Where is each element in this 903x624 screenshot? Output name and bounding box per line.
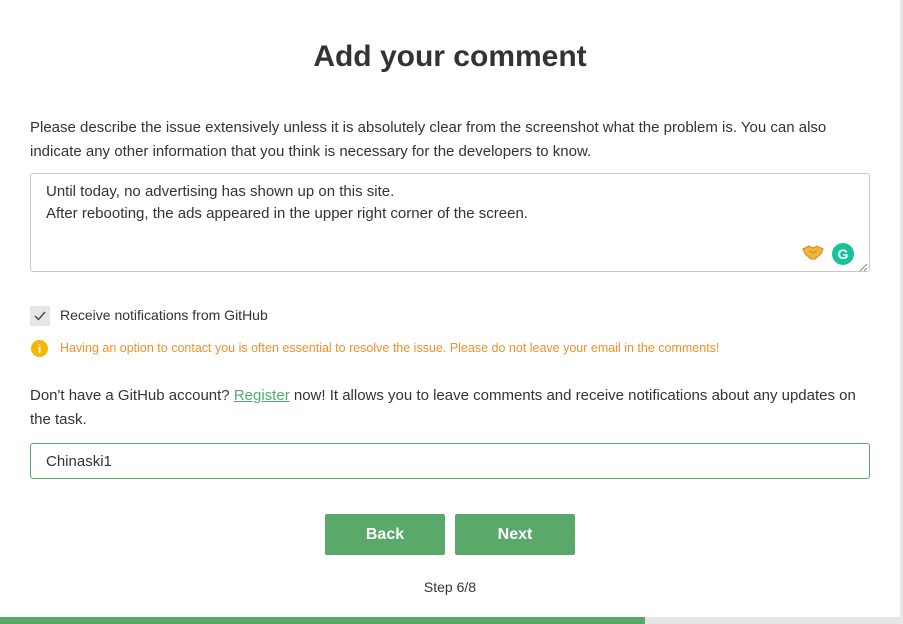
comment-line: Until today, no advertising has shown up… (46, 183, 395, 200)
progress-bar (0, 617, 900, 624)
back-button[interactable]: Back (325, 514, 445, 555)
grammarly-icon[interactable]: G (832, 243, 854, 265)
resize-handle-icon[interactable] (858, 259, 868, 272)
comment-line: After rebooting, the ads appeared in the… (46, 205, 528, 222)
register-link[interactable]: Register (234, 387, 290, 404)
handshake-icon[interactable] (802, 243, 824, 261)
notifications-checkbox[interactable] (30, 306, 50, 326)
warning-text: Having an option to contact you is often… (60, 341, 720, 355)
account-prompt-prefix: Don't have a GitHub account? (30, 387, 234, 404)
info-icon: i (31, 340, 48, 357)
step-indicator: Step 6/8 (423, 579, 477, 595)
progress-bar-fill (0, 617, 645, 624)
page-title: Add your comment (313, 40, 587, 73)
github-username-input[interactable]: Chinaski1 (30, 443, 870, 479)
comment-textarea[interactable]: Until today, no advertising has shown up… (30, 173, 870, 272)
account-prompt: Don't have a GitHub account? Register no… (30, 384, 870, 432)
notifications-label[interactable]: Receive notifications from GitHub (60, 307, 268, 323)
checkmark-icon (34, 311, 46, 321)
page: Add your comment Please describe the iss… (0, 0, 903, 624)
github-username-value: Chinaski1 (46, 452, 112, 470)
instructions-text: Please describe the issue extensively un… (30, 119, 827, 160)
next-button[interactable]: Next (455, 514, 575, 555)
